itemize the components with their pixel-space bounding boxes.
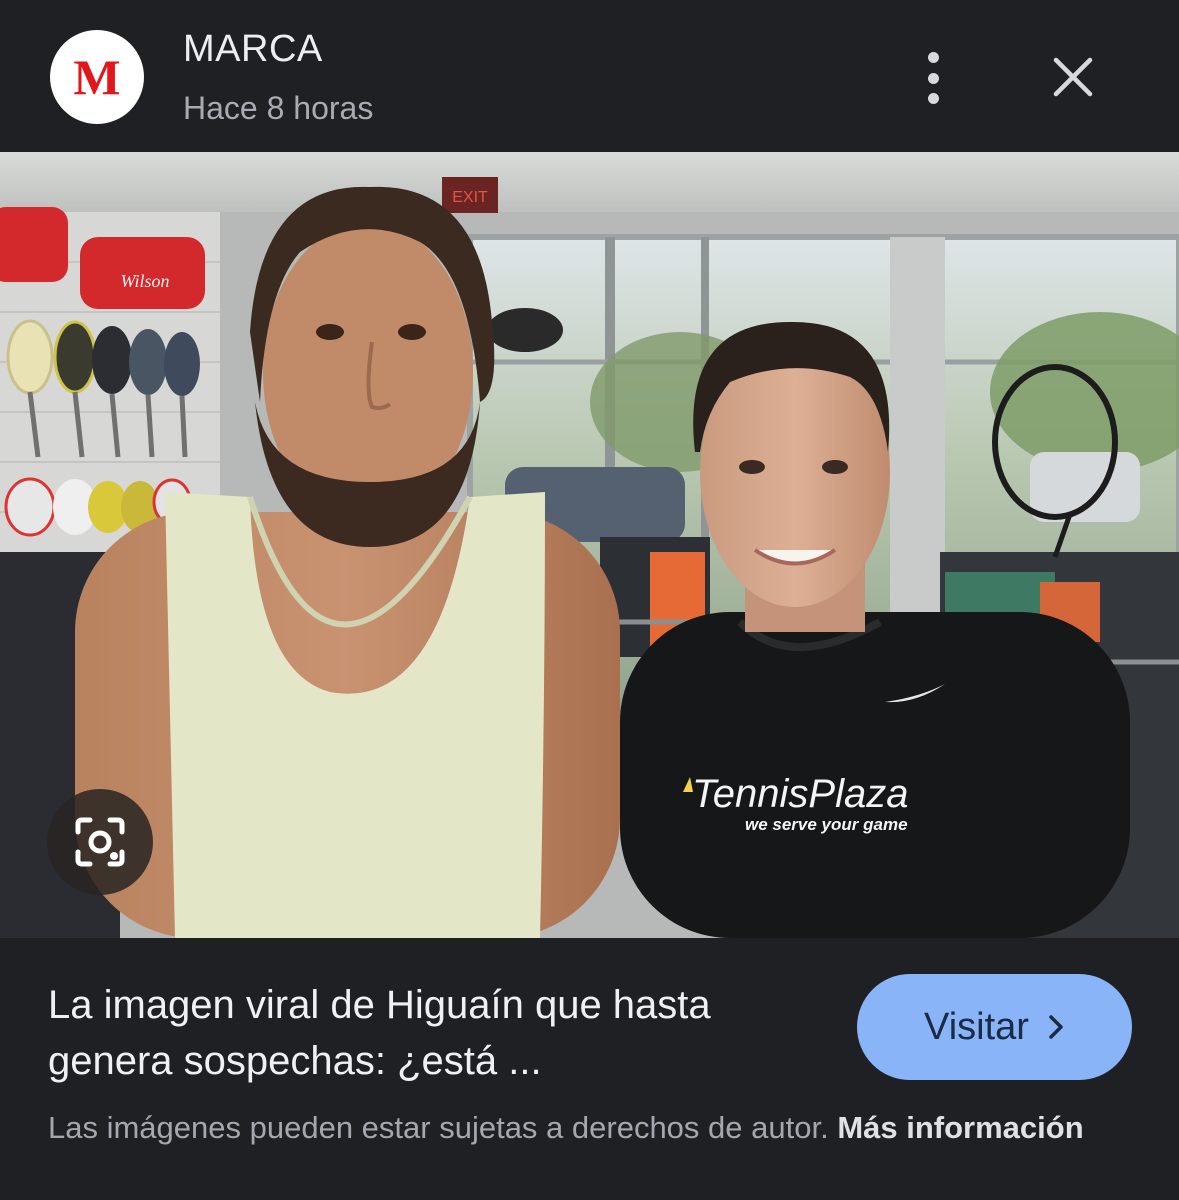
wilson-bag-label: Wilson xyxy=(120,271,169,291)
result-image[interactable]: EXIT Wilson TennisPlaza we serve your ga… xyxy=(0,152,1179,938)
google-lens-icon[interactable] xyxy=(47,789,153,895)
exit-sign: EXIT xyxy=(452,189,488,206)
visit-label: Visitar xyxy=(924,1005,1029,1048)
chevron-right-icon xyxy=(1049,1015,1063,1039)
more-vert-icon[interactable] xyxy=(908,48,958,108)
shirt-tagline: we serve your game xyxy=(745,815,908,834)
copyright-text: Las imágenes pueden estar sujetas a dere… xyxy=(48,1110,829,1145)
visit-button[interactable]: Visitar xyxy=(857,974,1132,1080)
shirt-brand: TennisPlaza xyxy=(692,772,908,816)
store-photo: EXIT Wilson TennisPlaza we serve your ga… xyxy=(0,152,1179,938)
logo-letter: M xyxy=(73,49,121,105)
marca-logo[interactable]: M xyxy=(50,30,144,124)
result-header: M MARCA Hace 8 horas xyxy=(0,0,1179,152)
more-info-link[interactable]: Más información xyxy=(837,1110,1083,1145)
copyright-notice: Las imágenes pueden estar sujetas a dere… xyxy=(48,1105,1128,1151)
source-name[interactable]: MARCA xyxy=(183,28,323,71)
published-time: Hace 8 horas xyxy=(183,90,374,126)
close-icon[interactable] xyxy=(1048,52,1098,102)
result-title[interactable]: La imagen viral de Higuaín que hasta gen… xyxy=(48,977,828,1089)
